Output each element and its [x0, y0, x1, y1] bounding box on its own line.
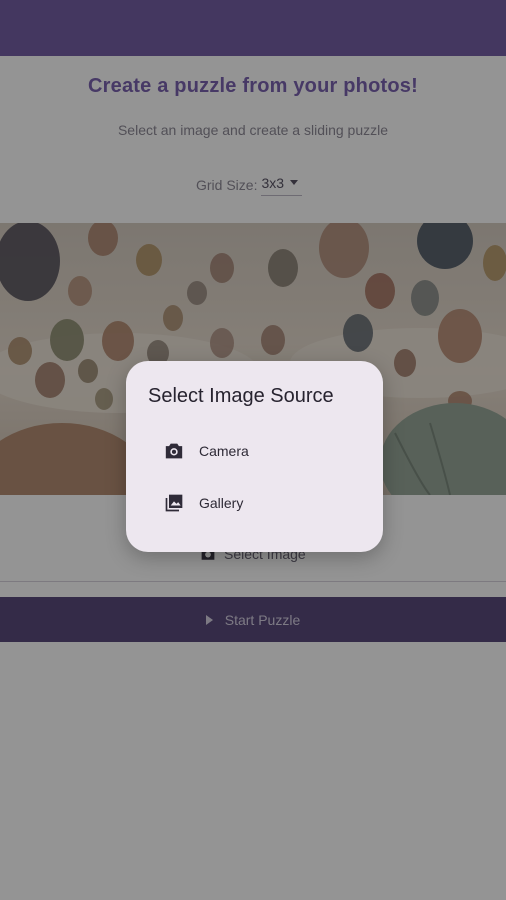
option-gallery[interactable]: Gallery — [126, 480, 383, 526]
option-camera-label: Camera — [199, 443, 249, 459]
camera-icon — [163, 440, 185, 462]
option-camera[interactable]: Camera — [126, 428, 383, 474]
dialog-title: Select Image Source — [148, 385, 334, 407]
image-source-dialog: Select Image Source Camera Gallery — [126, 361, 383, 552]
gallery-icon — [163, 492, 185, 514]
option-gallery-label: Gallery — [199, 495, 244, 511]
